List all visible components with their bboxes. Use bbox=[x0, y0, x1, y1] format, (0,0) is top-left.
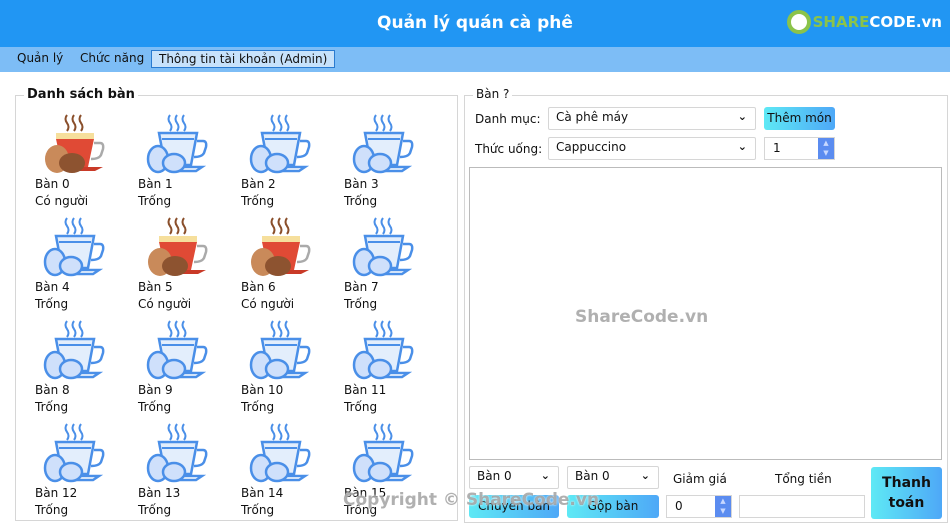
table-name: Bàn 7 bbox=[344, 280, 379, 294]
table-status: Trống bbox=[138, 194, 172, 208]
merge-table-select[interactable]: Bàn 0 ⌄ bbox=[567, 466, 659, 489]
coffee-cup-empty-icon bbox=[348, 214, 418, 278]
total-label: Tổng tiền bbox=[775, 472, 832, 486]
coffee-cup-empty-icon bbox=[348, 317, 418, 381]
table-name: Bàn 5 bbox=[138, 280, 173, 294]
discount-label: Giảm giá bbox=[673, 472, 727, 486]
coffee-cup-empty-icon bbox=[39, 317, 109, 381]
drink-value: Cappuccino bbox=[556, 140, 627, 154]
table-status: Trống bbox=[241, 194, 275, 208]
switch-table-select[interactable]: Bàn 0 ⌄ bbox=[469, 466, 559, 489]
chevron-down-icon: ⌄ bbox=[737, 140, 747, 153]
coffee-cup-occupied-icon bbox=[39, 111, 109, 175]
table-status: Có người bbox=[35, 194, 89, 208]
table-status: Trống bbox=[344, 400, 378, 414]
table-name: Bàn 11 bbox=[344, 383, 387, 397]
table-status: Trống bbox=[138, 400, 172, 414]
table-list-group: Danh sách bàn Bàn 0 Có người Bàn 1 Trống Bàn… bbox=[15, 87, 458, 521]
coffee-cup-occupied-icon bbox=[142, 214, 212, 278]
table-name: Bàn 4 bbox=[35, 280, 70, 294]
table-button[interactable]: Bàn 3 Trống bbox=[344, 111, 434, 211]
spin-arrows-icon[interactable]: ▲ ▼ bbox=[715, 496, 731, 517]
chevron-down-icon: ⌄ bbox=[640, 469, 650, 482]
sharecode-logo: SHARE CODE.vn bbox=[786, 10, 942, 34]
table-status: Trống bbox=[35, 297, 69, 311]
chevron-down-icon: ⌄ bbox=[540, 469, 550, 482]
category-select[interactable]: Cà phê máy ⌄ bbox=[548, 107, 756, 130]
table-name: Bàn 9 bbox=[138, 383, 173, 397]
table-button[interactable]: Bàn 7 Trống bbox=[344, 214, 434, 314]
table-button[interactable]: Bàn 12 Trống bbox=[35, 420, 125, 520]
menu-account-info[interactable]: Thông tin tài khoản (Admin) bbox=[151, 50, 336, 68]
title-bar: Quản lý quán cà phê SHARE CODE.vn bbox=[0, 0, 950, 47]
table-button[interactable]: Bàn 13 Trống bbox=[138, 420, 228, 520]
table-name: Bàn 14 bbox=[241, 486, 284, 500]
table-name: Bàn 2 bbox=[241, 177, 276, 191]
coffee-cup-empty-icon bbox=[142, 317, 212, 381]
table-button[interactable]: Bàn 1 Trống bbox=[138, 111, 228, 211]
table-button[interactable]: Bàn 6 Có người bbox=[241, 214, 331, 314]
table-name: Bàn 1 bbox=[138, 177, 173, 191]
coffee-cup-empty-icon bbox=[245, 317, 315, 381]
table-name: Bàn 12 bbox=[35, 486, 78, 500]
table-button[interactable]: Bàn 9 Trống bbox=[138, 317, 228, 417]
table-button[interactable]: Bàn 0 Có người bbox=[35, 111, 125, 211]
table-button[interactable]: Bàn 11 Trống bbox=[344, 317, 434, 417]
table-status: Trống bbox=[35, 503, 69, 517]
coffee-cup-empty-icon bbox=[245, 111, 315, 175]
table-status: Trống bbox=[344, 297, 378, 311]
table-name: Bàn 10 bbox=[241, 383, 284, 397]
selected-table-title: Bàn ? bbox=[473, 87, 513, 101]
table-status: Trống bbox=[138, 503, 172, 517]
table-status: Trống bbox=[241, 400, 275, 414]
table-button[interactable]: Bàn 14 Trống bbox=[241, 420, 331, 520]
coffee-cup-empty-icon bbox=[348, 111, 418, 175]
table-button[interactable]: Bàn 8 Trống bbox=[35, 317, 125, 417]
category-value: Cà phê máy bbox=[556, 110, 629, 124]
coffee-cup-occupied-icon bbox=[245, 214, 315, 278]
coffee-cup-empty-icon bbox=[142, 420, 212, 484]
category-label: Danh mục: bbox=[475, 112, 541, 126]
spin-arrows-icon[interactable]: ▲ ▼ bbox=[818, 138, 834, 159]
table-button[interactable]: Bàn 4 Trống bbox=[35, 214, 125, 314]
menu-bar: Quản lý Chức năng Thông tin tài khoản (A… bbox=[0, 47, 950, 72]
table-status: Trống bbox=[35, 400, 69, 414]
coffee-cup-empty-icon bbox=[39, 214, 109, 278]
pay-button[interactable]: Thanh toán bbox=[871, 467, 942, 519]
drink-select[interactable]: Cappuccino ⌄ bbox=[548, 137, 756, 160]
menu-chuc-nang[interactable]: Chức năng bbox=[80, 51, 144, 65]
watermark-center: ShareCode.vn bbox=[575, 307, 709, 327]
table-status: Trống bbox=[241, 503, 275, 517]
add-item-button[interactable]: Thêm món bbox=[764, 107, 835, 130]
switch-table-value: Bàn 0 bbox=[477, 469, 512, 483]
table-button[interactable]: Bàn 10 Trống bbox=[241, 317, 331, 417]
drink-label: Thức uống: bbox=[475, 142, 543, 156]
quantity-stepper[interactable]: 1 ▲ ▼ bbox=[764, 137, 835, 160]
watermark-copyright: Copyright © ShareCode.vn bbox=[343, 490, 600, 510]
coffee-cup-empty-icon bbox=[142, 111, 212, 175]
menu-quan-ly[interactable]: Quản lý bbox=[17, 51, 63, 65]
table-button[interactable]: Bàn 5 Có người bbox=[138, 214, 228, 314]
coffee-cup-empty-icon bbox=[245, 420, 315, 484]
table-status: Trống bbox=[344, 194, 378, 208]
discount-value: 0 bbox=[675, 499, 683, 513]
table-status: Có người bbox=[241, 297, 295, 311]
merge-table-value: Bàn 0 bbox=[575, 469, 610, 483]
total-field[interactable] bbox=[739, 495, 865, 518]
coffee-cup-empty-icon bbox=[348, 420, 418, 484]
coffee-cup-empty-icon bbox=[39, 420, 109, 484]
quantity-value: 1 bbox=[773, 141, 781, 155]
table-status: Có người bbox=[138, 297, 192, 311]
discount-stepper[interactable]: 0 ▲ ▼ bbox=[666, 495, 732, 518]
table-name: Bàn 13 bbox=[138, 486, 181, 500]
table-list-title: Danh sách bàn bbox=[24, 87, 138, 102]
table-name: Bàn 6 bbox=[241, 280, 276, 294]
table-name: Bàn 8 bbox=[35, 383, 70, 397]
table-button[interactable]: Bàn 2 Trống bbox=[241, 111, 331, 211]
table-name: Bàn 3 bbox=[344, 177, 379, 191]
table-name: Bàn 0 bbox=[35, 177, 70, 191]
chevron-down-icon: ⌄ bbox=[737, 110, 747, 123]
